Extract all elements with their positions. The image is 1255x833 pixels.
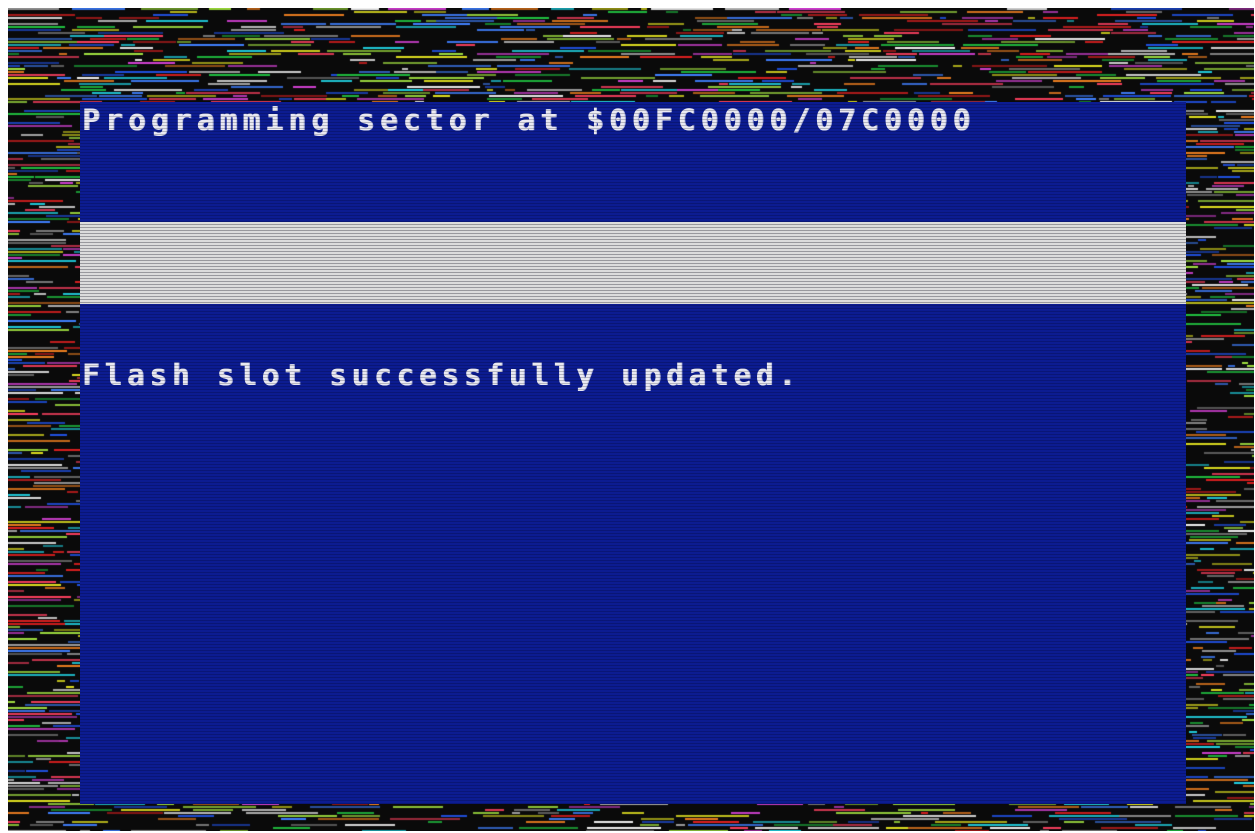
success-message: Flash slot successfully updated. — [82, 358, 801, 392]
monitor-display: Programming sector at $00FC0000/07C0000 … — [8, 8, 1254, 831]
programming-status-text: Programming sector at $00FC0000/07C0000 — [82, 103, 976, 137]
progress-bar — [80, 222, 1186, 304]
progress-bar-fill — [80, 222, 1186, 304]
flash-utility-screen: Programming sector at $00FC0000/07C0000 … — [80, 102, 1186, 804]
